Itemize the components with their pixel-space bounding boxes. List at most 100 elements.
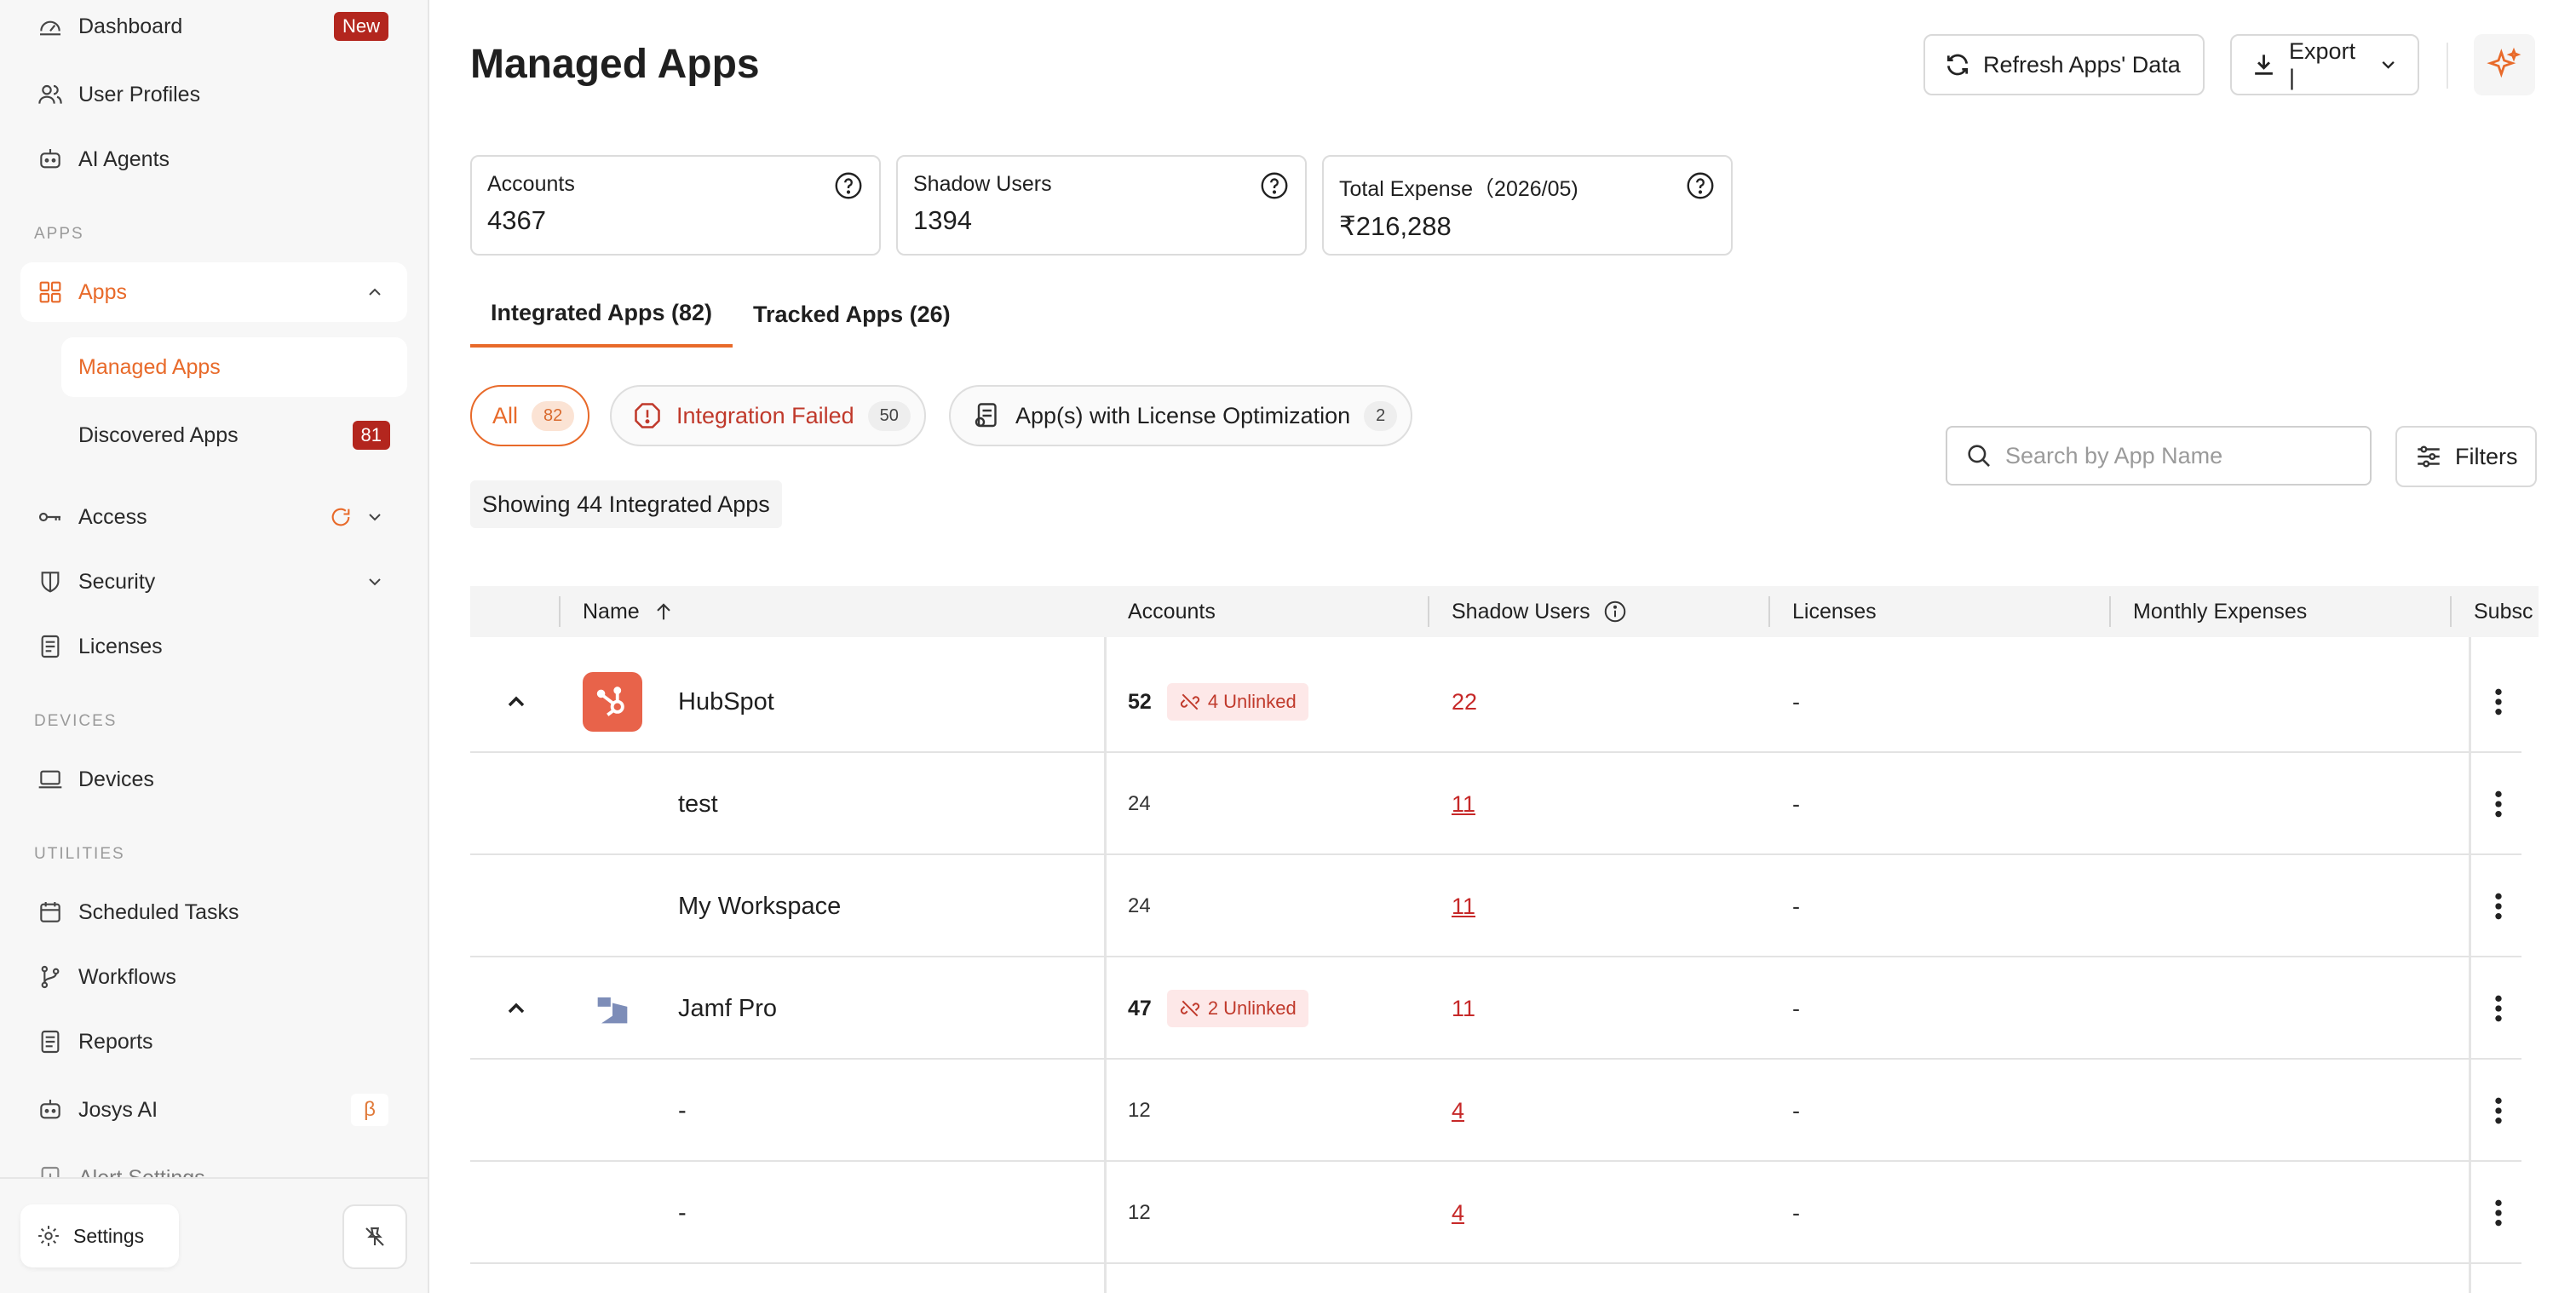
accounts-count: 12 bbox=[1128, 1099, 1151, 1122]
licenses-value: - bbox=[1792, 893, 1800, 919]
info-icon[interactable] bbox=[1602, 599, 1628, 624]
help-icon[interactable] bbox=[833, 170, 864, 201]
chevron-down-icon bbox=[369, 514, 381, 521]
shadow-users-count[interactable]: 22 bbox=[1452, 651, 1477, 753]
sidebar-item-workflows[interactable]: Workflows bbox=[20, 947, 407, 1007]
sidebar-item-managed-apps[interactable]: Managed Apps bbox=[61, 337, 407, 397]
unlinked-badge[interactable]: 2 Unlinked bbox=[1166, 990, 1308, 1027]
chip-count: 50 bbox=[867, 400, 911, 431]
chevron-down-icon bbox=[2382, 61, 2395, 69]
section-label-apps: APPS bbox=[34, 225, 84, 243]
row-actions-button[interactable] bbox=[2486, 957, 2511, 1060]
shadow-users-link[interactable]: 4 bbox=[1452, 1060, 1464, 1162]
accounts-count: 52 bbox=[1128, 689, 1152, 714]
shadow-users-count[interactable]: 11 bbox=[1452, 957, 1475, 1060]
filter-chip-license-optimization[interactable]: App(s) with License Optimization 2 bbox=[949, 385, 1413, 446]
sidebar-item-devices[interactable]: Devices bbox=[20, 750, 407, 809]
unlink-icon bbox=[1180, 693, 1199, 710]
refresh-apps-data-button[interactable]: Refresh Apps' Data bbox=[1923, 34, 2205, 95]
sync-icon bbox=[331, 508, 350, 526]
table-row[interactable]: - 12 4 - bbox=[470, 1162, 2521, 1264]
sort-ascending-icon bbox=[656, 603, 670, 620]
sidebar-item-user-profiles[interactable]: User Profiles bbox=[20, 65, 407, 124]
shadow-users-link[interactable]: 11 bbox=[1452, 855, 1475, 957]
workspace-name[interactable]: test bbox=[678, 753, 718, 855]
sidebar-item-licenses[interactable]: Licenses bbox=[20, 617, 407, 676]
sidebar-item-josys-ai[interactable]: Josys AI β bbox=[20, 1080, 407, 1140]
row-actions-button[interactable] bbox=[2486, 1162, 2511, 1264]
collapse-row-button[interactable] bbox=[503, 651, 530, 753]
sidebar-item-label: User Profiles bbox=[78, 82, 201, 106]
table-row[interactable]: My Workspace 24 11 - bbox=[470, 855, 2521, 957]
licenses-value: - bbox=[1792, 995, 1800, 1021]
key-icon bbox=[36, 503, 65, 532]
shadow-users-link[interactable]: 4 bbox=[1452, 1162, 1464, 1264]
grid-icon bbox=[36, 278, 65, 307]
sidebar-item-apps[interactable]: Apps bbox=[20, 262, 407, 322]
row-actions-button[interactable] bbox=[2486, 855, 2511, 957]
filter-chip-integration-failed[interactable]: Integration Failed 50 bbox=[610, 385, 926, 446]
help-icon[interactable] bbox=[1685, 170, 1716, 201]
shadow-users-link[interactable]: 11 bbox=[1452, 753, 1475, 855]
sparkle-icon bbox=[2487, 47, 2521, 78]
tab-integrated-apps[interactable]: Integrated Apps (82) bbox=[470, 281, 733, 348]
sidebar-item-label: Licenses bbox=[78, 634, 163, 658]
kebab-menu-icon bbox=[2495, 790, 2502, 818]
filters-label: Filters bbox=[2455, 443, 2518, 469]
filters-button[interactable]: Filters bbox=[2395, 426, 2537, 487]
sidebar-item-dashboard[interactable]: Dashboard New bbox=[20, 0, 407, 56]
workspace-name[interactable]: - bbox=[678, 1162, 687, 1264]
section-label-utilities: UTILITIES bbox=[34, 845, 125, 863]
sidebar-item-label: Dashboard bbox=[78, 14, 183, 38]
column-header-accounts[interactable]: Accounts bbox=[1128, 586, 1216, 637]
column-header-subscription[interactable]: Subsc bbox=[2474, 586, 2533, 637]
sidebar-item-label: Reports bbox=[78, 1029, 153, 1054]
row-actions-button[interactable] bbox=[2486, 651, 2511, 753]
stat-label: Shadow Users bbox=[913, 172, 1052, 196]
filter-chip-all[interactable]: All 82 bbox=[470, 385, 590, 446]
table-row[interactable]: Jamf Pro 47 2 Unlinked 11 - bbox=[470, 957, 2521, 1060]
tab-bar: Integrated Apps (82) Tracked Apps (26) bbox=[470, 281, 971, 348]
column-header-name[interactable]: Name bbox=[583, 586, 676, 637]
sidebar-item-label: Security bbox=[78, 569, 156, 594]
hubspot-logo-icon bbox=[583, 672, 642, 732]
table-row[interactable]: HubSpot 52 4 Unlinked 22 - bbox=[470, 651, 2521, 753]
row-actions-button[interactable] bbox=[2486, 753, 2511, 855]
sidebar-item-access[interactable]: Access bbox=[20, 487, 407, 547]
column-header-licenses[interactable]: Licenses bbox=[1792, 586, 1877, 637]
chevron-down-icon bbox=[369, 578, 381, 586]
row-actions-button[interactable] bbox=[2486, 1060, 2511, 1162]
unpin-sidebar-button[interactable] bbox=[342, 1204, 407, 1269]
sidebar-item-label: Managed Apps bbox=[78, 354, 221, 379]
beta-badge: β bbox=[351, 1094, 388, 1126]
ai-assistant-button[interactable] bbox=[2474, 34, 2535, 95]
column-header-shadow-users[interactable]: Shadow Users bbox=[1452, 586, 1628, 637]
search-box[interactable] bbox=[1946, 426, 2372, 486]
sidebar-item-ai-agents[interactable]: AI Agents bbox=[20, 129, 407, 189]
stat-card-shadow-users: Shadow Users 1394 bbox=[896, 155, 1307, 256]
workspace-name[interactable]: - bbox=[678, 1060, 687, 1162]
licenses-value: - bbox=[1792, 790, 1800, 817]
stat-value: 4367 bbox=[487, 205, 546, 235]
tab-tracked-apps[interactable]: Tracked Apps (26) bbox=[733, 281, 971, 348]
settings-button[interactable]: Settings bbox=[20, 1204, 179, 1267]
export-button[interactable]: Export | bbox=[2230, 34, 2419, 95]
collapse-row-button[interactable] bbox=[503, 957, 530, 1060]
search-input[interactable] bbox=[2005, 442, 2363, 469]
chip-label: Integration Failed bbox=[676, 402, 854, 428]
sidebar-item-scheduled-tasks[interactable]: Scheduled Tasks bbox=[20, 882, 407, 942]
table-row[interactable]: test 24 11 - bbox=[470, 753, 2521, 855]
table-row[interactable]: - 12 4 - bbox=[470, 1060, 2521, 1162]
search-icon bbox=[1968, 445, 1990, 467]
app-name[interactable]: Jamf Pro bbox=[678, 957, 777, 1060]
app-name[interactable]: HubSpot bbox=[678, 651, 774, 753]
licenses-value: - bbox=[1792, 1097, 1800, 1123]
column-header-monthly-expenses[interactable]: Monthly Expenses bbox=[2133, 586, 2307, 637]
kebab-menu-icon bbox=[2495, 688, 2502, 715]
unlinked-badge[interactable]: 4 Unlinked bbox=[1166, 683, 1308, 721]
sidebar-item-reports[interactable]: Reports bbox=[20, 1012, 407, 1072]
help-icon[interactable] bbox=[1259, 170, 1290, 201]
workspace-name[interactable]: My Workspace bbox=[678, 855, 841, 957]
sidebar-item-security[interactable]: Security bbox=[20, 552, 407, 612]
sidebar-item-discovered-apps[interactable]: Discovered Apps 81 bbox=[61, 405, 407, 465]
